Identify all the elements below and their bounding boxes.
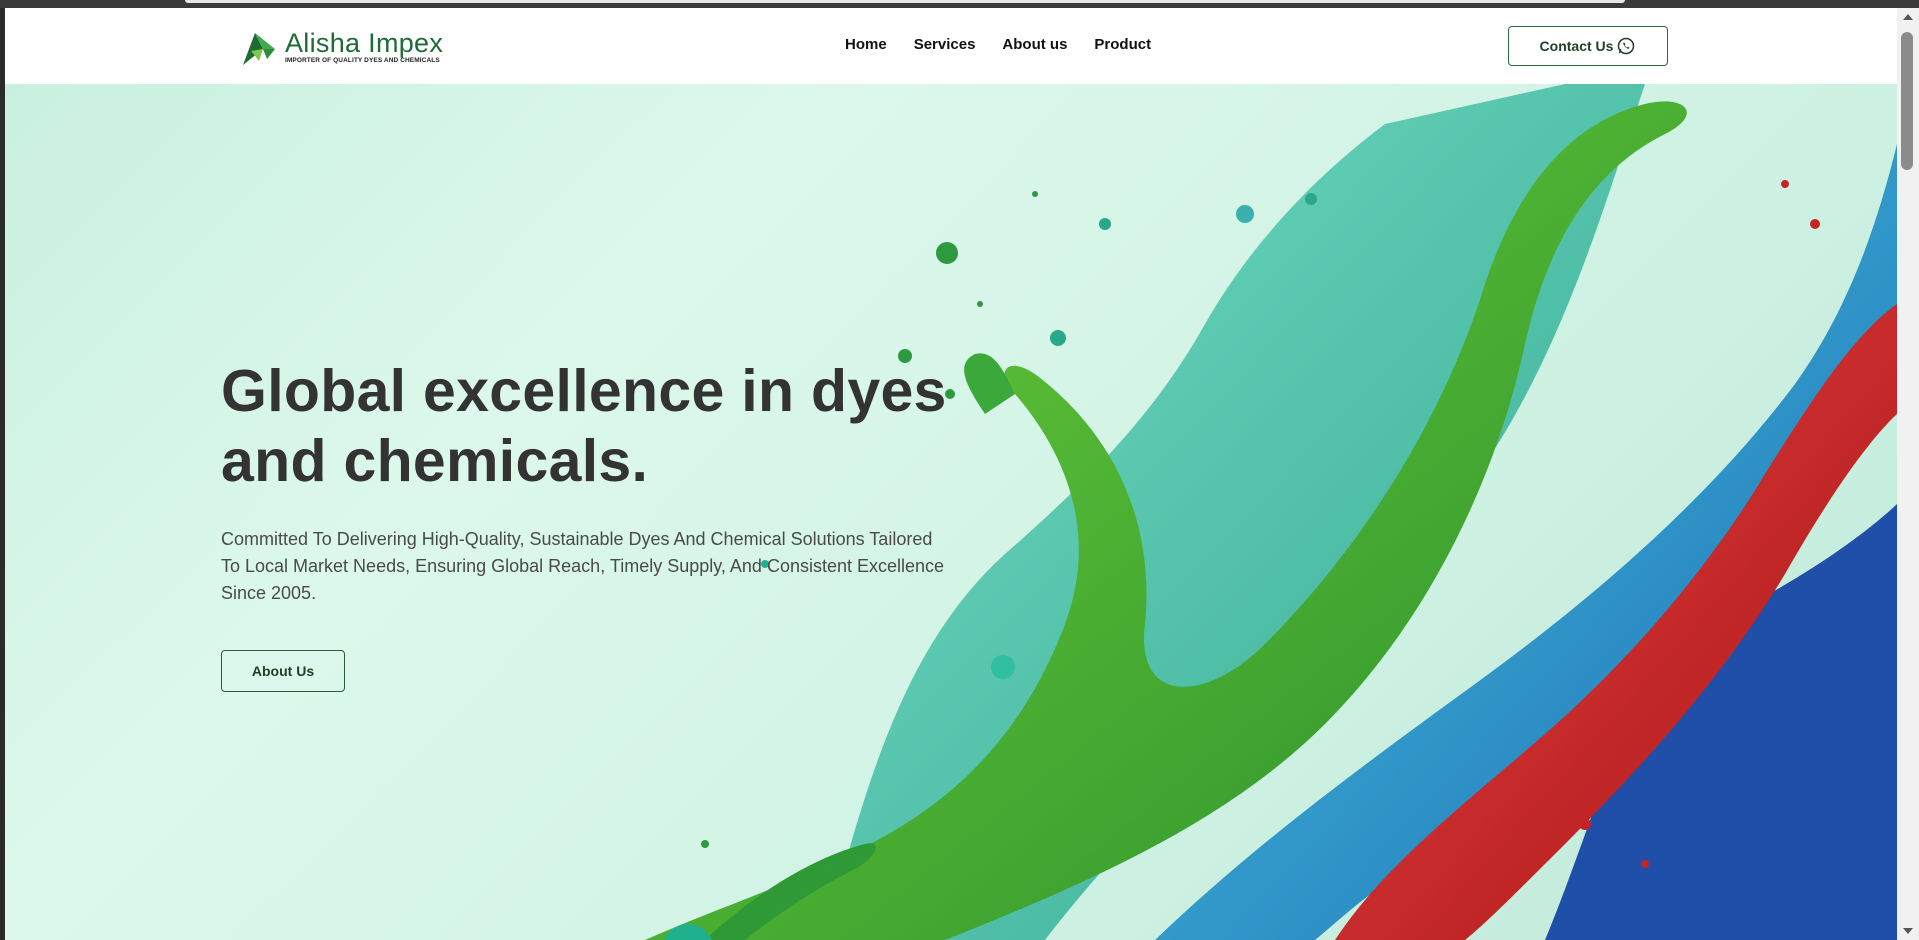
page-scrollbar[interactable]: [1897, 8, 1919, 940]
nav-item-about[interactable]: About us: [1002, 36, 1067, 53]
scroll-thumb[interactable]: [1901, 32, 1913, 170]
address-bar-edge: [185, 0, 1625, 3]
logo-mark-icon: [241, 27, 279, 67]
contact-us-button[interactable]: Contact Us: [1508, 26, 1668, 66]
logo-text: Alisha Impex IMPORTER OF QUALITY DYES AN…: [285, 28, 444, 65]
page-viewport: Alisha Impex IMPORTER OF QUALITY DYES AN…: [5, 8, 1897, 940]
nav-item-services[interactable]: Services: [914, 36, 976, 53]
whatsapp-icon: [1616, 36, 1636, 56]
main-nav: Home Services About us Product: [845, 36, 1178, 53]
contact-us-label: Contact Us: [1539, 38, 1614, 54]
brand-tagline: IMPORTER OF QUALITY DYES AND CHEMICALS: [285, 57, 440, 64]
browser-chrome-top: [0, 0, 1919, 8]
site-header: Alisha Impex IMPORTER OF QUALITY DYES AN…: [5, 8, 1897, 84]
about-us-button[interactable]: About Us: [221, 650, 345, 692]
hero-headline: Global excellence in dyes and chemicals.: [221, 358, 947, 494]
hero-description: Committed To Delivering High-Quality, Su…: [221, 529, 945, 603]
scroll-up-arrow-icon[interactable]: [1903, 14, 1913, 20]
brand-name: Alisha Impex: [285, 28, 444, 58]
paint-splash-illustration: [645, 84, 1897, 940]
scroll-down-arrow-icon[interactable]: [1903, 928, 1913, 934]
nav-item-home[interactable]: Home: [845, 36, 887, 53]
nav-item-product[interactable]: Product: [1094, 36, 1151, 53]
hero-section: Global excellence in dyes and chemicals.…: [5, 84, 1897, 940]
brand-logo[interactable]: Alisha Impex IMPORTER OF QUALITY DYES AN…: [241, 24, 461, 70]
